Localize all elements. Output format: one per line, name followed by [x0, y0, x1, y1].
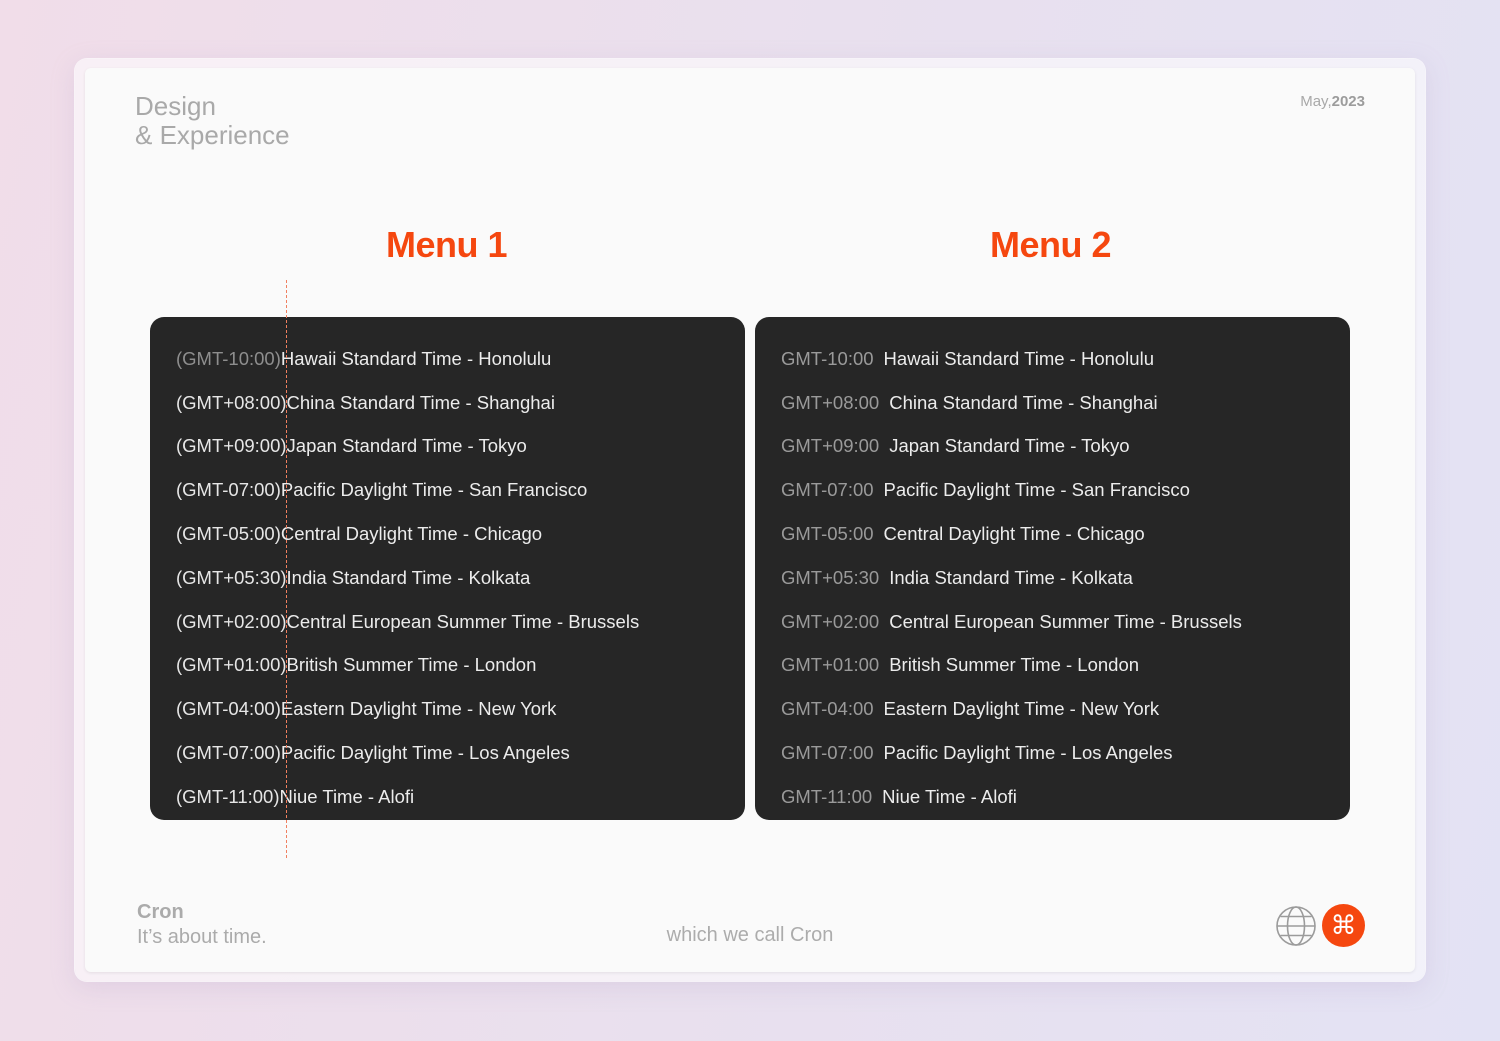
timezone-option[interactable]: GMT+02:00 Central European Summer Time - … — [781, 600, 1340, 644]
timezone-offset: GMT+01:00 — [781, 654, 880, 676]
timezone-offset: (GMT-11:00) — [176, 785, 280, 807]
menu2-list: GMT-10:00 Hawaii Standard Time - Honolulu… — [781, 337, 1340, 819]
timezone-option[interactable]: GMT-07:00 Pacific Daylight Time - Los Ang… — [781, 731, 1340, 775]
timezone-label: Pacific Daylight Time - San Francisco — [883, 479, 1190, 501]
timezone-label: Central Daylight Time - Chicago — [280, 523, 543, 545]
timezone-option[interactable]: (GMT-07:00) Pacific Daylight Time - Los … — [176, 731, 735, 775]
timezone-label: Pacific Daylight Time - Los Angeles — [280, 742, 570, 764]
date-year: 2023 — [1331, 93, 1365, 110]
timezone-label: Hawaii Standard Time - Honolulu — [883, 347, 1154, 369]
timezone-label: Japan Standard Time - Tokyo — [889, 435, 1130, 457]
timezone-option[interactable]: (GMT+02:00) Central European Summer Time… — [176, 600, 735, 644]
timezone-option[interactable]: GMT+08:00 China Standard Time - Shanghai — [781, 381, 1340, 425]
timezone-label: British Summer Time - London — [889, 654, 1140, 676]
timezone-option[interactable]: GMT-05:00 Central Daylight Time - Chicago — [781, 512, 1340, 556]
timezone-option[interactable]: GMT-04:00 Eastern Daylight Time - New Yor… — [781, 687, 1340, 731]
timezone-option[interactable]: (GMT+09:00) Japan Standard Time - Tokyo — [176, 425, 735, 469]
date-label: May,2023 — [1300, 93, 1365, 110]
timezone-option[interactable]: GMT-07:00 Pacific Daylight Time - San Fra… — [781, 468, 1340, 512]
timezone-label: Japan Standard Time - Tokyo — [286, 435, 527, 457]
command-icon: ⌘ — [1322, 904, 1365, 947]
timezone-label: Eastern Daylight Time - New York — [883, 698, 1160, 720]
timezone-label: China Standard Time - Shanghai — [286, 391, 555, 413]
timezone-label: Niue Time - Alofi — [882, 785, 1017, 807]
alignment-guide — [286, 280, 287, 858]
timezone-option[interactable]: (GMT-11:00) Niue Time - Alofi — [176, 775, 735, 819]
timezone-offset: (GMT-10:00) — [176, 347, 281, 369]
timezone-offset: GMT-07:00 — [781, 479, 874, 501]
timezone-offset: (GMT-05:00) — [176, 523, 281, 545]
header-brand: Design & Experience — [135, 92, 290, 150]
timezone-offset: GMT+05:30 — [781, 566, 880, 588]
timezone-label: Central Daylight Time - Chicago — [883, 523, 1145, 545]
timezone-option[interactable]: (GMT-05:00) Central Daylight Time - Chic… — [176, 512, 735, 556]
globe-icon — [1275, 905, 1317, 947]
timezone-offset: GMT-10:00 — [781, 347, 874, 369]
timezone-offset: (GMT-07:00) — [176, 742, 281, 764]
timezone-option[interactable]: (GMT+05:30) India Standard Time - Kolkat… — [176, 556, 735, 600]
timezone-label: Niue Time - Alofi — [279, 785, 415, 807]
timezone-option[interactable]: (GMT-07:00) Pacific Daylight Time - San … — [176, 468, 735, 512]
timezone-option[interactable]: GMT-10:00 Hawaii Standard Time - Honolulu — [781, 337, 1340, 381]
timezone-label: Central European Summer Time - Brussels — [286, 610, 640, 632]
timezone-option[interactable]: (GMT-10:00) Hawaii Standard Time - Honol… — [176, 337, 735, 381]
timezone-option[interactable]: GMT+01:00 British Summer Time - London — [781, 644, 1340, 688]
timezone-offset: GMT-05:00 — [781, 523, 874, 545]
timezone-label: Eastern Daylight Time - New York — [280, 698, 557, 720]
timezone-label: Pacific Daylight Time - San Francisco — [280, 479, 588, 501]
timezone-label: Hawaii Standard Time - Honolulu — [280, 347, 552, 369]
timezone-option[interactable]: (GMT-04:00) Eastern Daylight Time - New … — [176, 687, 735, 731]
timezone-offset: (GMT+05:30) — [176, 566, 287, 588]
footer-brand-name: Cron — [137, 901, 184, 923]
timezone-offset: (GMT+08:00) — [176, 391, 287, 413]
timezone-offset: (GMT+02:00) — [176, 610, 287, 632]
timezone-label: Central European Summer Time - Brussels — [889, 610, 1242, 632]
timezone-option[interactable]: GMT+09:00 Japan Standard Time - Tokyo — [781, 425, 1340, 469]
menu1-list: (GMT-10:00) Hawaii Standard Time - Honol… — [176, 337, 735, 819]
brand-line-1: Design — [135, 91, 216, 121]
timezone-offset: GMT+02:00 — [781, 610, 880, 632]
timezone-label: India Standard Time - Kolkata — [286, 566, 531, 588]
timezone-offset: GMT-11:00 — [781, 785, 873, 807]
timezone-offset: (GMT+01:00) — [176, 654, 287, 676]
timezone-offset: (GMT-04:00) — [176, 698, 281, 720]
timezone-offset: GMT-04:00 — [781, 698, 874, 720]
timezone-option[interactable]: (GMT+08:00) China Standard Time - Shangh… — [176, 381, 735, 425]
timezone-label: India Standard Time - Kolkata — [889, 566, 1133, 588]
menu2-title: Menu 2 — [990, 224, 1112, 265]
timezone-offset: GMT+08:00 — [781, 391, 880, 413]
timezone-option[interactable]: (GMT+01:00) British Summer Time - London — [176, 644, 735, 688]
timezone-offset: GMT-07:00 — [781, 742, 874, 764]
timezone-label: British Summer Time - London — [286, 654, 537, 676]
timezone-offset: (GMT+09:00) — [176, 435, 287, 457]
timezone-label: Pacific Daylight Time - Los Angeles — [883, 742, 1173, 764]
timezone-offset: GMT+09:00 — [781, 435, 880, 457]
menu2-panel: GMT-10:00 Hawaii Standard Time - Honolulu… — [755, 317, 1350, 820]
menu1-panel: (GMT-10:00) Hawaii Standard Time - Honol… — [150, 317, 745, 820]
timezone-label: China Standard Time - Shanghai — [889, 391, 1158, 413]
menu1-title: Menu 1 — [386, 224, 508, 265]
timezone-option[interactable]: GMT-11:00 Niue Time - Alofi — [781, 775, 1340, 819]
brand-line-2: & Experience — [135, 120, 290, 150]
timezone-option[interactable]: GMT+05:30 India Standard Time - Kolkata — [781, 556, 1340, 600]
timezone-offset: (GMT-07:00) — [176, 479, 281, 501]
date-month: May, — [1300, 93, 1332, 110]
